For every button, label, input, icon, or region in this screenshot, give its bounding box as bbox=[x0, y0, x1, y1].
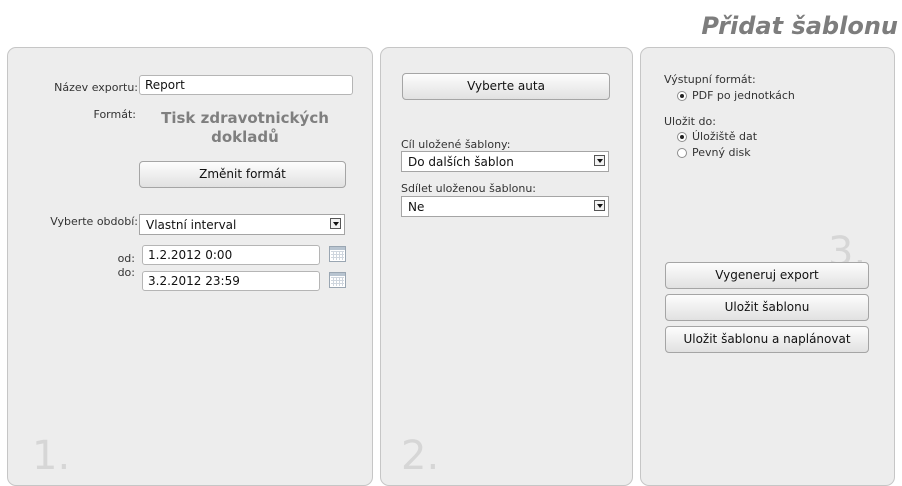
calendar-icon[interactable] bbox=[329, 246, 346, 262]
format-value: Tisk zdravotnických dokladů bbox=[161, 109, 329, 146]
from-label: od: bbox=[117, 252, 135, 265]
save-template-button[interactable]: Uložit šablonu bbox=[665, 294, 869, 321]
target-select[interactable]: Do dalších šablon bbox=[401, 151, 609, 172]
step-number: 1. bbox=[32, 433, 71, 479]
export-name-input[interactable]: Report bbox=[139, 75, 353, 95]
step-number: 2. bbox=[401, 433, 440, 479]
panel-template-settings: Vyberte auta Cíl uložené šablony: Do dal… bbox=[380, 47, 633, 486]
format-label: Formát: bbox=[93, 108, 136, 121]
share-select-value: Ne bbox=[408, 200, 425, 214]
radio-data-storage[interactable] bbox=[677, 132, 687, 142]
to-label: do: bbox=[117, 266, 135, 279]
change-format-button[interactable]: Změnit formát bbox=[139, 161, 346, 188]
radio-hard-disk-label: Pevný disk bbox=[692, 146, 751, 159]
page-title: Přidat šablonu bbox=[701, 12, 898, 40]
date-to-input[interactable]: 3.2.2012 23:59 bbox=[142, 271, 320, 291]
share-select[interactable]: Ne bbox=[401, 196, 609, 217]
period-label: Vyberte období: bbox=[50, 215, 138, 228]
date-from-input[interactable]: 1.2.2012 0:00 bbox=[142, 245, 320, 265]
output-format-label: Výstupní formát: bbox=[664, 73, 756, 86]
radio-pdf-label: PDF po jednotkách bbox=[692, 89, 795, 102]
calendar-icon[interactable] bbox=[329, 272, 346, 288]
save-and-schedule-button[interactable]: Uložit šablonu a naplánovat bbox=[665, 326, 869, 353]
export-name-label: Název exportu: bbox=[54, 81, 138, 94]
target-label: Cíl uložené šablony: bbox=[401, 138, 511, 151]
save-to-label: Uložit do: bbox=[664, 115, 716, 128]
chevron-down-icon[interactable] bbox=[594, 200, 605, 211]
select-cars-button[interactable]: Vyberte auta bbox=[402, 73, 610, 100]
radio-pdf[interactable] bbox=[677, 91, 687, 101]
target-select-value: Do dalších šablon bbox=[408, 155, 514, 169]
chevron-down-icon[interactable] bbox=[330, 218, 341, 229]
radio-hard-disk[interactable] bbox=[677, 148, 687, 158]
chevron-down-icon[interactable] bbox=[594, 155, 605, 166]
period-select-value: Vlastní interval bbox=[146, 218, 237, 232]
generate-export-button[interactable]: Vygeneruj export bbox=[665, 262, 869, 289]
panel-output: Výstupní formát: PDF po jednotkách Uloži… bbox=[640, 47, 895, 486]
panel-export-settings: Název exportu: Report Formát: Tisk zdrav… bbox=[7, 47, 373, 486]
period-select[interactable]: Vlastní interval bbox=[139, 214, 345, 235]
radio-data-storage-label: Úložiště dat bbox=[692, 130, 758, 143]
share-label: Sdílet uloženou šablonu: bbox=[401, 182, 537, 195]
